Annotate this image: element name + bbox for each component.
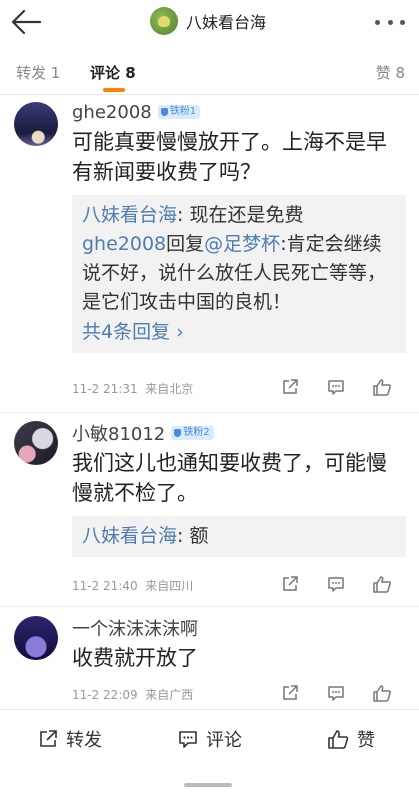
- comment-icon: [179, 731, 197, 748]
- reply-button[interactable]: [313, 682, 359, 704]
- tab-like[interactable]: 赞 8: [376, 62, 405, 83]
- like-button[interactable]: [359, 682, 405, 704]
- comment-time: 11-2 21:31: [72, 382, 138, 396]
- reply-text: : 额: [177, 525, 209, 547]
- comment-actions: [267, 573, 405, 595]
- comment-time: 11-2 21:40: [72, 579, 138, 593]
- reply-button[interactable]: [313, 573, 359, 595]
- reply-item: ghe2008回复@足梦杯:肯定会继续说不好，说什么放任人民死亡等等，是它们攻击…: [82, 230, 398, 317]
- comment-location: 来自四川: [145, 579, 194, 593]
- tab-comment[interactable]: 评论 8: [90, 62, 419, 83]
- comment-text: 我们这儿也通知要收费了，可能慢慢就不检了。: [72, 451, 387, 505]
- avatar[interactable]: [14, 421, 58, 465]
- reply-text: : 现在还是免费: [177, 204, 304, 226]
- reply-author[interactable]: ghe2008: [82, 233, 166, 255]
- badge-icon: [174, 429, 182, 437]
- reply-author[interactable]: 八妹看台海: [82, 204, 177, 226]
- like-button[interactable]: [359, 376, 405, 398]
- comment-label: 评论: [206, 730, 242, 751]
- home-indicator[interactable]: [184, 783, 232, 787]
- tab-repost[interactable]: 转发 1: [16, 62, 60, 83]
- thumbs-up-icon: [373, 576, 391, 593]
- account-avatar: [150, 7, 178, 35]
- tab-bar: 转发 1 评论 8 赞 8: [0, 52, 419, 96]
- reply-box[interactable]: 八妹看台海: 额: [72, 516, 406, 557]
- comment-actions: [267, 376, 405, 398]
- share-icon: [283, 379, 298, 394]
- comment-time: 11-2 22:09: [72, 688, 138, 702]
- avatar[interactable]: [14, 616, 58, 660]
- comment-text: 收费就开放了: [72, 646, 198, 670]
- repost-button[interactable]: 转发: [38, 726, 102, 752]
- commenter-name[interactable]: ghe2008: [72, 102, 152, 123]
- badge-label: 铁粉2: [183, 427, 210, 438]
- comment-meta: 11-2 21:40 来自四川: [72, 577, 193, 594]
- reply-author[interactable]: 八妹看台海: [82, 525, 177, 547]
- divider: [0, 412, 419, 413]
- share-button[interactable]: [267, 682, 313, 704]
- active-tab-indicator: [103, 88, 125, 92]
- comment-icon: [328, 380, 344, 395]
- bottom-action-bar: 转发 评论 赞: [0, 709, 419, 800]
- like-button[interactable]: [359, 573, 405, 595]
- like-button[interactable]: 赞: [327, 726, 375, 752]
- share-icon: [283, 685, 298, 700]
- comment-text: 可能真要慢慢放开了。上海不是早有新闻要收费了吗？: [72, 130, 387, 184]
- account-title[interactable]: 八妹看台海: [150, 6, 266, 36]
- reply-box[interactable]: 八妹看台海: 现在还是免费 ghe2008回复@足梦杯:肯定会继续说不好，说什么…: [72, 195, 406, 353]
- fan-badge: 铁粉2: [171, 426, 214, 440]
- fan-badge: 铁粉1: [157, 105, 201, 119]
- share-icon: [283, 576, 298, 591]
- share-button[interactable]: [267, 376, 313, 398]
- comment-location: 来自广西: [145, 688, 194, 702]
- divider: [0, 94, 419, 95]
- badge-icon: [160, 108, 168, 116]
- thumbs-up-icon: [373, 379, 391, 396]
- comment-actions: [267, 682, 405, 704]
- reply-word: 回复: [166, 233, 205, 255]
- arrow-left-icon: [11, 9, 42, 35]
- repost-icon: [40, 730, 57, 747]
- like-label: 赞: [357, 730, 375, 751]
- comment-icon: [328, 686, 344, 701]
- comment-button[interactable]: 评论: [178, 726, 242, 752]
- commenter-name[interactable]: 一个沫沫沫沫啊: [72, 615, 198, 641]
- commenter-name[interactable]: 小敏81012: [72, 420, 165, 446]
- top-bar: 八妹看台海: [0, 0, 419, 44]
- reply-item: 八妹看台海: 额: [82, 522, 398, 551]
- back-button[interactable]: [10, 8, 42, 36]
- thumbs-up-icon: [373, 685, 391, 702]
- divider: [0, 606, 419, 607]
- comment-location: 来自北京: [145, 382, 194, 396]
- more-dots-icon[interactable]: [375, 12, 405, 32]
- avatar[interactable]: [14, 102, 58, 146]
- more-replies-link[interactable]: 共4条回复 ›: [82, 317, 398, 347]
- reply-item: 八妹看台海: 现在还是免费: [82, 201, 398, 230]
- repost-label: 转发: [66, 730, 102, 751]
- comment-meta: 11-2 21:31 来自北京: [72, 380, 193, 397]
- comment-icon: [328, 577, 344, 592]
- thumbs-up-icon: [328, 730, 349, 749]
- page-title: 八妹看台海: [186, 13, 267, 32]
- share-button[interactable]: [267, 573, 313, 595]
- reply-button[interactable]: [313, 376, 359, 398]
- mention-link[interactable]: @足梦杯: [204, 233, 280, 255]
- badge-label: 铁粉1: [169, 106, 197, 117]
- comment-meta: 11-2 22:09 来自广西: [72, 686, 193, 703]
